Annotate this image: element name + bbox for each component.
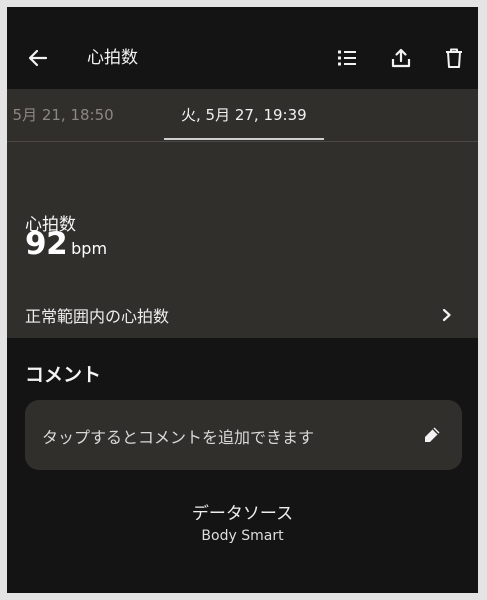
- app-bar: 心拍数: [7, 7, 478, 89]
- chevron-right-icon: [437, 305, 457, 325]
- back-arrow-icon: [28, 49, 48, 67]
- app-screen: 心拍数 , 5月 21, 18:50 火, 5月 27, 19:39 心拍数 9…: [7, 7, 478, 593]
- list-icon: [338, 50, 356, 66]
- measurement-panel: 心拍数 92 bpm 正常範囲内の心拍数: [7, 142, 478, 338]
- back-button[interactable]: [25, 45, 51, 71]
- active-tab-indicator: [164, 138, 324, 140]
- trash-icon: [446, 48, 462, 68]
- share-button[interactable]: [387, 44, 415, 72]
- data-source-heading: データソース: [191, 504, 294, 524]
- comment-placeholder: タップするとコメントを追加できます: [42, 428, 315, 447]
- pencil-icon: [420, 423, 444, 447]
- share-icon: [391, 48, 411, 68]
- normal-range-label: 正常範囲内の心拍数: [25, 307, 170, 326]
- delete-button[interactable]: [440, 44, 468, 72]
- comment-input[interactable]: タップするとコメントを追加できます: [25, 400, 462, 470]
- heart-rate-unit: bpm: [71, 239, 108, 258]
- data-source-value: Body Smart: [201, 528, 284, 544]
- page-title: 心拍数: [87, 48, 138, 68]
- heart-rate-value: 92 bpm: [25, 226, 107, 262]
- list-button[interactable]: [333, 44, 361, 72]
- date-tabs: , 5月 21, 18:50 火, 5月 27, 19:39: [7, 89, 478, 142]
- comment-heading: コメント: [25, 364, 102, 386]
- heart-rate-number: 92: [25, 226, 68, 262]
- normal-range-row[interactable]: 正常範囲内の心拍数: [7, 287, 478, 343]
- tab-previous-record[interactable]: , 5月 21, 18:50: [7, 89, 114, 141]
- tab-current-record[interactable]: 火, 5月 27, 19:39: [181, 89, 307, 141]
